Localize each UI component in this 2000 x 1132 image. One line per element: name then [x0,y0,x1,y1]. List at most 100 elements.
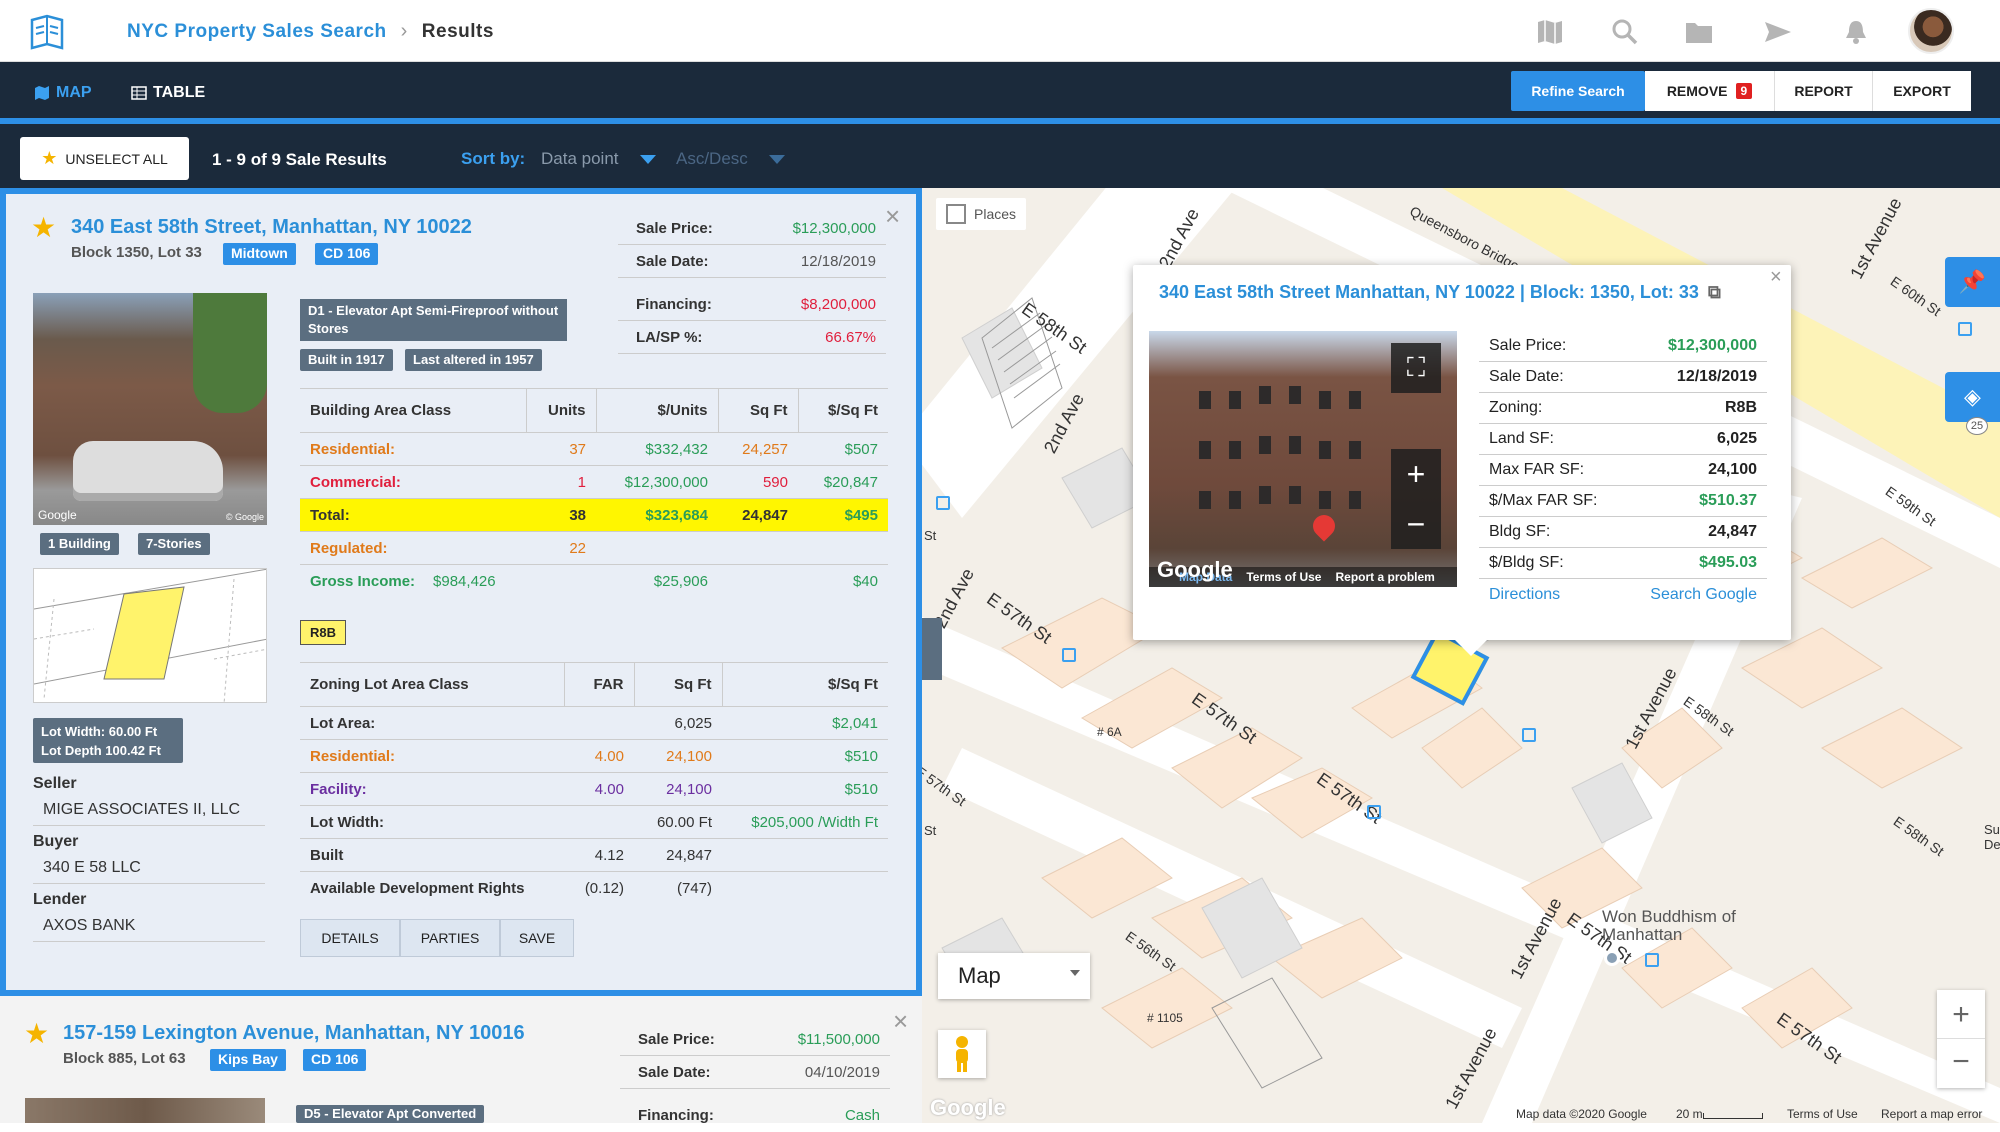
cell [564,805,634,839]
map-scale: 20 m [1676,1107,1703,1121]
map-type-select[interactable]: Map [938,953,1090,999]
tab-table[interactable]: TABLE [131,84,205,102]
cell: 24,257 [718,432,798,466]
sort-order-select[interactable]: Asc/Desc [676,149,748,169]
zoom-in-icon[interactable]: + [1937,990,1985,1039]
lot-map[interactable] [33,568,267,703]
close-icon[interactable]: × [893,1008,908,1034]
poi-label[interactable]: Won Buddhism of Manhattan [1602,908,1742,944]
map-icon[interactable] [1535,18,1565,46]
window-shape [1199,441,1211,459]
directions-link[interactable]: Directions [1489,586,1560,604]
photo-credit-small: © Google [225,512,264,522]
property-photo[interactable]: Google © Google [33,293,267,525]
cell: 4.00 [564,739,634,773]
financing-row: Financing: Cash [620,1099,890,1132]
property-address-link[interactable]: 157-159 Lexington Avenue, Manhattan, NY … [63,1022,525,1045]
checkbox[interactable] [946,204,966,224]
table-row: Residential: 37 $332,432 24,257 $507 [300,432,888,466]
cell: $510 [722,772,888,806]
tab-map[interactable]: MAP [34,84,92,102]
table-header-row: Zoning Lot Area Class FAR Sq Ft $/Sq Ft [300,662,888,707]
app-logo-icon[interactable] [28,14,66,52]
street-view-photo[interactable]: ⛶ + − Google Map Data Terms of Use Repor… [1149,331,1457,587]
folder-icon[interactable] [1684,18,1714,46]
unselect-all-label: UNSELECT ALL [65,150,168,167]
close-icon[interactable]: × [885,203,900,229]
cell: 24,847 [718,498,798,532]
zoom-in-icon[interactable]: + [1391,449,1441,499]
bus-stop-icon[interactable] [1958,322,1972,336]
external-link-icon[interactable]: ⧉ [1708,282,1721,302]
parties-button[interactable]: PARTIES [400,919,500,957]
table-row: Built 4.12 24,847 [300,838,888,872]
bus-stop-icon[interactable] [1062,648,1076,662]
col-header: Units [525,388,596,433]
layers-icon[interactable]: ◈ [1945,372,2000,422]
breadcrumb-current: Results [421,21,494,42]
financing-label: Financing: [636,295,712,313]
building-class: D1 - Elevator Apt Semi-Fireproof without… [300,299,567,341]
details-button[interactable]: DETAILS [300,919,400,957]
sort-field-select[interactable]: Data point [541,149,619,169]
zoom-out-icon[interactable]: − [1391,499,1441,549]
sale-date-value: 04/10/2019 [804,1063,880,1081]
report-map-error-link[interactable]: Report a map error [1881,1107,1982,1121]
property-photo[interactable] [25,1098,265,1123]
side-panel-toggle[interactable] [922,618,942,680]
popup-title-link[interactable]: 340 East 58th Street Manhattan, NY 10022… [1159,282,1721,303]
zoom-out-icon[interactable]: − [1937,1039,1985,1088]
scale-bar [1703,1113,1763,1119]
place-of-worship-icon[interactable] [1604,950,1620,966]
breadcrumb-link[interactable]: NYC Property Sales Search [127,21,387,42]
sale-price-value: $12,300,000 [792,219,876,237]
remove-button[interactable]: REMOVE 9 [1645,71,1775,111]
popup-links: Directions Search Google [1479,579,1767,610]
property-address-link[interactable]: 340 East 58th Street, Manhattan, NY 1002… [71,216,472,239]
chevron-down-icon[interactable] [769,155,785,164]
col-header: $/Units [595,388,718,433]
terms-link[interactable]: Terms of Use [1246,570,1321,584]
buyer-label: Buyer [33,833,79,850]
star-icon[interactable]: ★ [31,214,56,242]
window-shape [1229,491,1241,509]
tree-shape [193,293,267,413]
fullscreen-icon[interactable]: ⛶ [1391,343,1441,393]
bus-stop-icon[interactable] [936,496,950,510]
popup-row: Bldg SF: 24,847 [1479,517,1767,548]
chevron-down-icon[interactable] [640,155,656,164]
close-icon[interactable]: × [1770,267,1782,287]
cell: Regulated: [300,531,526,565]
export-button[interactable]: EXPORT [1873,71,1971,111]
search-google-link[interactable]: Search Google [1650,586,1757,604]
avatar[interactable] [1908,8,1954,54]
report-problem-link[interactable]: Report a problem [1335,570,1434,584]
lender-value: AXOS BANK [33,917,265,942]
cell: $20,847 [798,465,888,499]
bell-icon[interactable] [1841,18,1871,46]
col-header: $/Sq Ft [721,662,888,707]
bus-stop-icon[interactable] [1645,953,1659,967]
star-icon[interactable]: ★ [24,1020,49,1048]
refine-search-button[interactable]: Refine Search [1511,71,1645,111]
cell: $507 [798,432,888,466]
popup-row: Sale Price: $12,300,000 [1479,331,1767,362]
lender-label: Lender [33,891,87,908]
unselect-all-button[interactable]: ★ UNSELECT ALL [20,137,189,180]
remove-count-badge: 9 [1735,83,1753,99]
search-icon[interactable] [1610,18,1640,46]
report-button[interactable]: REPORT [1775,71,1873,111]
row-label: Max FAR SF: [1489,461,1585,478]
pin-icon[interactable]: 📌 [1945,257,2000,307]
map-terms-link[interactable]: Terms of Use [1787,1107,1858,1121]
cell: $205,000 /Width Ft [722,805,888,839]
sale-price-row: Sale Price: $12,300,000 [618,212,886,245]
bus-stop-icon[interactable] [1522,728,1536,742]
places-toggle[interactable]: Places [936,198,1027,230]
send-icon[interactable] [1763,18,1793,46]
save-button[interactable]: SAVE [500,919,574,957]
bus-stop-icon[interactable] [1367,805,1381,819]
cell: 37 [526,432,596,466]
block-lot: Block 885, Lot 63 [63,1050,186,1067]
street-view-pegman-icon[interactable] [938,1030,986,1078]
